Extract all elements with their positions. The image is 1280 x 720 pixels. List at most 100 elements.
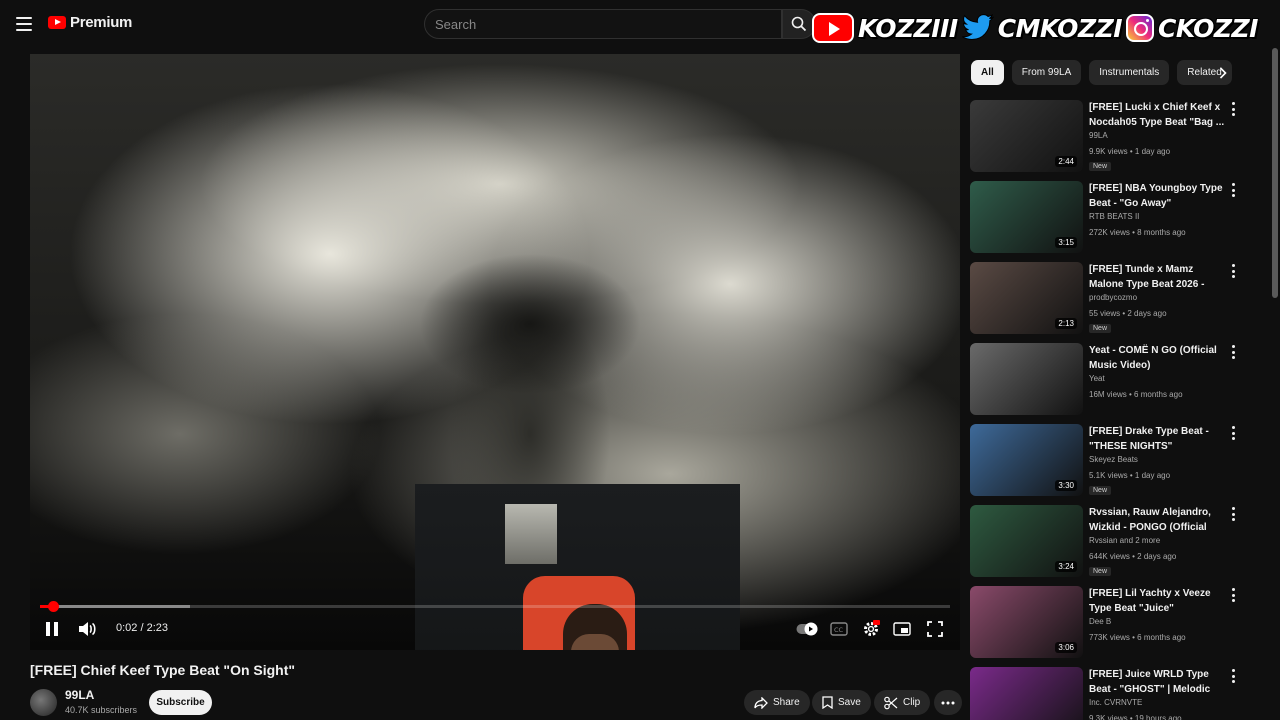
recommendation-item[interactable]: 3:24 Rvssian, Rauw Alejandro, Wizkid - PO… — [970, 502, 1270, 582]
channel-name[interactable]: 99LA — [65, 688, 94, 702]
new-badge: New — [1089, 324, 1112, 333]
chips-next-button[interactable] — [1214, 64, 1232, 82]
more-actions-button[interactable] — [934, 690, 962, 715]
sidebar-scrollbar[interactable] — [1272, 48, 1278, 298]
youtube-handle: KOZZIII — [858, 13, 958, 43]
bookmark-icon — [822, 696, 833, 709]
progress-scrubber[interactable] — [47, 601, 59, 612]
recommendation-meta: 9.9K views • 1 day ago — [1089, 147, 1171, 156]
video-duration: 3:06 — [1055, 642, 1077, 653]
recommendation-item[interactable]: [FREE] Juice WRLD Type Beat - "GHOST" | … — [970, 664, 1270, 720]
video-thumbnail[interactable]: 3:24 — [970, 505, 1083, 577]
recommendation-channel[interactable]: prodbycozmo — [1089, 293, 1137, 302]
save-label: Save — [838, 697, 861, 708]
instagram-icon — [1126, 14, 1154, 42]
recommendation-title[interactable]: Yeat - COMË N GO (Official Music Video) — [1089, 343, 1225, 373]
recommendation-meta: 5.1K views • 1 day ago — [1089, 471, 1171, 480]
more-vertical-icon[interactable] — [1232, 102, 1236, 116]
clip-label: Clip — [903, 697, 921, 708]
gear-icon — [864, 620, 880, 636]
fullscreen-button[interactable] — [925, 618, 945, 640]
recommendation-channel[interactable]: Skeyez Beats — [1089, 455, 1138, 464]
recommendation-title[interactable]: [FREE] Tunde x Mamz Malone Type Beat 202… — [1089, 262, 1225, 292]
video-duration: 3:15 — [1055, 237, 1077, 248]
more-vertical-icon[interactable] — [1232, 507, 1236, 521]
recommendation-title[interactable]: [FREE] Lucki x Chief Keef x Nocdah05 Typ… — [1089, 100, 1225, 130]
more-vertical-icon[interactable] — [1232, 345, 1236, 359]
recommendation-channel[interactable]: Rvssian and 2 more — [1089, 536, 1160, 545]
recommendation-item[interactable]: 2:44 [FREE] Lucki x Chief Keef x Nocdah05… — [970, 97, 1270, 177]
menu-icon[interactable] — [14, 14, 34, 34]
progress-bar[interactable] — [40, 601, 950, 612]
video-duration: 2:13 — [1055, 318, 1077, 329]
miniplayer-button[interactable] — [892, 618, 912, 640]
clip-button[interactable]: Clip — [874, 690, 931, 715]
recommendation-channel[interactable]: 99LA — [1089, 131, 1108, 140]
video-thumbnail[interactable]: 3:06 — [970, 586, 1083, 658]
recommendation-title[interactable]: [FREE] Juice WRLD Type Beat - "GHOST" | … — [1089, 667, 1225, 697]
recommendation-item[interactable]: 3:30 [FREE] Drake Type Beat - "THESE NIGH… — [970, 421, 1270, 501]
pause-button[interactable] — [44, 618, 60, 640]
channel-subscriber-count: 40.7K subscribers — [65, 705, 138, 715]
chip-all[interactable]: All — [971, 60, 1004, 85]
chip-instrumentals[interactable]: Instrumentals — [1089, 60, 1170, 85]
chip-from-channel[interactable]: From 99LA — [1011, 60, 1082, 85]
youtube-logo-icon — [48, 16, 66, 29]
more-vertical-icon[interactable] — [1232, 669, 1236, 683]
recommendation-item[interactable]: 3:06 [FREE] Lil Yachty x Veeze Type Beat … — [970, 583, 1270, 663]
time-display: 0:02 / 2:23 — [116, 622, 168, 634]
autoplay-toggle[interactable] — [796, 618, 818, 640]
more-vertical-icon[interactable] — [1232, 426, 1236, 440]
search-icon — [791, 16, 807, 32]
recommendation-channel[interactable]: Inc. CVRNVTE — [1089, 698, 1142, 707]
recommendation-meta: 9.3K views • 19 hours ago — [1089, 714, 1182, 720]
share-button[interactable]: Share — [744, 690, 810, 715]
recommendation-channel[interactable]: RTB BEATS II — [1089, 212, 1139, 221]
streamer-webcam-overlay — [415, 484, 740, 650]
filter-chips: All From 99LA Instrumentals Related — [971, 60, 1232, 85]
video-thumbnail[interactable]: 3:30 — [970, 424, 1083, 496]
recommendation-title[interactable]: [FREE] Drake Type Beat - "THESE NIGHTS" — [1089, 424, 1225, 454]
search-input[interactable]: Search — [424, 9, 782, 39]
scissors-icon — [884, 696, 898, 709]
recommendation-title[interactable]: [FREE] Lil Yachty x Veeze Type Beat "Jui… — [1089, 586, 1225, 616]
search-button[interactable] — [782, 9, 816, 39]
miniplayer-icon — [893, 622, 911, 636]
more-vertical-icon[interactable] — [1232, 183, 1236, 197]
video-duration: 3:24 — [1055, 561, 1077, 572]
new-badge: New — [1089, 162, 1112, 171]
volume-button[interactable] — [76, 618, 98, 640]
recommendation-item[interactable]: Yeat - COMË N GO (Official Music Video) Y… — [970, 340, 1270, 420]
recommendation-channel[interactable]: Dee B — [1089, 617, 1111, 626]
channel-avatar[interactable] — [30, 689, 57, 716]
recommendation-item[interactable]: 3:15 [FREE] NBA Youngboy Type Beat - "Go … — [970, 178, 1270, 258]
video-duration: 3:30 — [1055, 480, 1077, 491]
video-thumbnail[interactable] — [970, 343, 1083, 415]
subscribe-button[interactable]: Subscribe — [149, 690, 212, 715]
new-badge: New — [1089, 486, 1112, 495]
instagram-handle: CKOZZI — [1158, 13, 1258, 43]
save-button[interactable]: Save — [812, 690, 871, 715]
video-thumbnail[interactable] — [970, 667, 1083, 720]
settings-button[interactable] — [861, 618, 881, 640]
recommendation-title[interactable]: [FREE] NBA Youngboy Type Beat - "Go Away… — [1089, 181, 1225, 211]
recommendation-item[interactable]: 2:13 [FREE] Tunde x Mamz Malone Type Beat… — [970, 259, 1270, 339]
recommendation-meta: 55 views • 2 days ago — [1089, 309, 1167, 318]
recommendation-channel[interactable]: Yeat — [1089, 374, 1105, 383]
new-badge: New — [1089, 567, 1112, 576]
more-vertical-icon[interactable] — [1232, 264, 1236, 278]
captions-button[interactable]: CC — [829, 618, 849, 640]
more-vertical-icon[interactable] — [1232, 588, 1236, 602]
recommendation-title[interactable]: Rvssian, Rauw Alejandro, Wizkid - PONGO … — [1089, 505, 1225, 535]
recommendation-meta: 272K views • 8 months ago — [1089, 228, 1186, 237]
video-thumbnail[interactable]: 2:13 — [970, 262, 1083, 334]
video-thumbnail[interactable]: 2:44 — [970, 100, 1083, 172]
video-thumbnail[interactable]: 3:15 — [970, 181, 1083, 253]
recommendation-meta: 773K views • 6 months ago — [1089, 633, 1186, 642]
pause-icon — [46, 622, 58, 636]
video-player[interactable]: 0:02 / 2:23 CC — [30, 54, 960, 650]
youtube-premium-logo[interactable]: Premium — [48, 14, 132, 31]
share-label: Share — [773, 697, 800, 708]
wall-light — [505, 504, 557, 564]
share-icon — [754, 696, 768, 709]
